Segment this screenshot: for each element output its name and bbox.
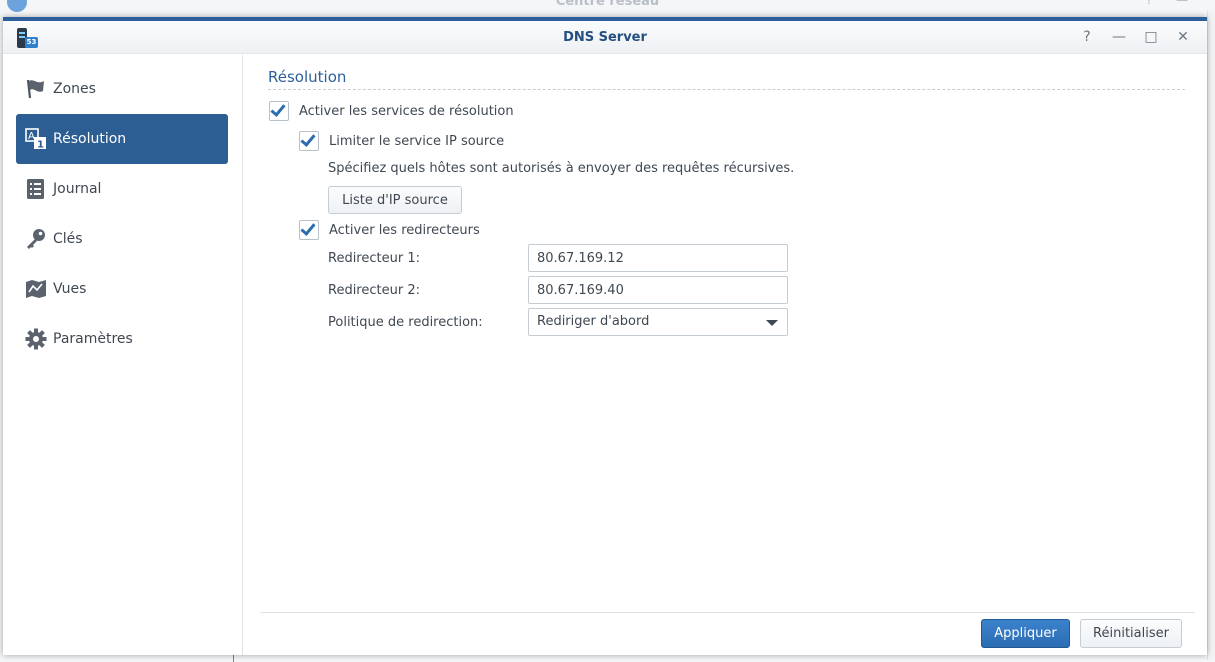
window-title: DNS Server: [563, 30, 647, 45]
flag-icon: [25, 78, 47, 100]
sidebar-item-resolution[interactable]: A1 Résolution: [16, 114, 228, 164]
section-title: Résolution: [268, 68, 347, 86]
enable-resolution-row[interactable]: Activer les services de résolution: [269, 101, 514, 121]
checkmark-icon: [300, 220, 316, 236]
enable-forwarders-checkbox[interactable]: [299, 220, 319, 240]
sidebar-item-label: Zones: [53, 81, 96, 97]
close-icon[interactable]: ✕: [1173, 27, 1193, 47]
key-icon: [25, 228, 47, 250]
help-icon[interactable]: ?: [1077, 27, 1097, 47]
forward-policy-select[interactable]: Rediriger d'abord: [528, 308, 788, 336]
section-divider: [268, 89, 1185, 90]
limit-source-ip-label: Limiter le service IP source: [329, 133, 505, 149]
forwarder-1-input[interactable]: [528, 244, 788, 272]
chevron-down-icon: [766, 320, 778, 326]
sidebar-item-zones[interactable]: Zones: [16, 64, 228, 114]
forward-policy-value: Rediriger d'abord: [537, 314, 650, 329]
sidebar-item-label: Journal: [53, 181, 102, 197]
forwarder-2-input[interactable]: [528, 276, 788, 304]
sidebar-item-settings[interactable]: Paramètres: [16, 314, 228, 364]
svg-text:1: 1: [37, 140, 44, 151]
sidebar-item-keys[interactable]: Clés: [16, 214, 228, 264]
forwarder-1-label: Redirecteur 1:: [328, 251, 420, 266]
gear-icon: [25, 328, 47, 350]
checkmark-icon: [300, 131, 316, 147]
sidebar-item-views[interactable]: Vues: [16, 264, 228, 314]
limit-source-ip-checkbox[interactable]: [299, 131, 319, 151]
source-ip-description: Spécifiez quels hôtes sont autorisés à e…: [328, 161, 795, 176]
sidebar-item-label: Vues: [53, 281, 87, 297]
enable-resolution-checkbox[interactable]: [269, 101, 289, 121]
sidebar-item-label: Résolution: [53, 131, 127, 147]
title-bar[interactable]: 53 DNS Server ? — □ ✕: [3, 21, 1207, 54]
sidebar-item-label: Paramètres: [53, 331, 133, 347]
background-window-title: Centre réseau: [555, 0, 660, 9]
apply-button[interactable]: Appliquer: [981, 619, 1070, 648]
resolution-icon: A1: [25, 128, 47, 150]
log-icon: [25, 178, 47, 200]
enable-forwarders-label: Activer les redirecteurs: [329, 222, 480, 238]
resolution-panel: Résolution Activer les services de résol…: [244, 55, 1207, 655]
views-icon: [25, 278, 47, 300]
reset-button[interactable]: Réinitialiser: [1080, 619, 1182, 648]
checkmark-icon: [270, 101, 286, 117]
sidebar: Zones A1 Résolution Journal Clés Vues Pa…: [3, 55, 243, 655]
bg-help-icon: ?: [1146, 0, 1153, 7]
footer-divider: [260, 612, 1195, 613]
sidebar-item-journal[interactable]: Journal: [16, 164, 228, 214]
forward-policy-label: Politique de redirection:: [328, 315, 483, 330]
dns-server-window: 53 DNS Server ? — □ ✕ Zones A1 Résolutio…: [3, 17, 1207, 655]
background-window-edge: [1207, 10, 1215, 660]
source-ip-list-button[interactable]: Liste d'IP source: [328, 186, 462, 214]
sidebar-item-label: Clés: [53, 231, 83, 247]
minimize-icon[interactable]: —: [1109, 27, 1129, 47]
enable-forwarders-row[interactable]: Activer les redirecteurs: [299, 220, 480, 240]
forwarder-2-label: Redirecteur 2:: [328, 283, 420, 298]
maximize-icon[interactable]: □: [1141, 27, 1161, 47]
limit-source-ip-row[interactable]: Limiter le service IP source: [299, 131, 504, 151]
svg-text:A: A: [28, 131, 35, 142]
bg-minimize-icon: —: [1176, 0, 1188, 7]
enable-resolution-label: Activer les services de résolution: [299, 103, 514, 119]
